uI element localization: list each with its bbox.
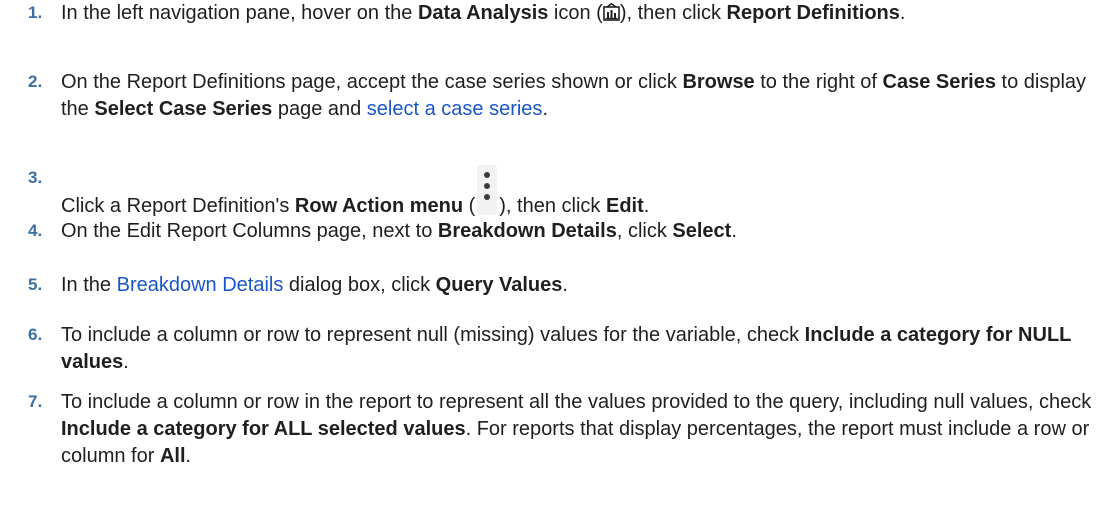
step-text-segment: icon (	[548, 2, 603, 24]
step-text-segment: .	[643, 195, 650, 217]
step-text-segment: .	[123, 351, 129, 373]
step-number: 2.	[28, 72, 43, 91]
step-text: To include a column or row in the report…	[61, 389, 1101, 470]
step-text: Click a Report Definition's Row Action m…	[61, 165, 1101, 220]
step-number: 3.	[28, 168, 43, 187]
ui-term: Data Analysis	[417, 2, 549, 24]
step-text-segment: .	[562, 274, 568, 296]
ui-term: Select	[672, 220, 732, 242]
step-text: On the Report Definitions page, accept t…	[61, 69, 1101, 123]
step-text: To include a column or row to represent …	[61, 322, 1101, 376]
ui-term: Breakdown Details	[437, 220, 617, 242]
ui-term: Edit	[605, 195, 644, 217]
step-text-segment: To include a column or row in the report…	[61, 391, 1092, 413]
row-action-menu-icon	[477, 165, 498, 215]
step-text-segment: Click a Report Definition's	[61, 195, 295, 217]
ui-term: Report Definitions	[726, 2, 900, 24]
step-text-segment: In the	[61, 274, 117, 296]
step-text-segment: .	[542, 98, 548, 120]
step-text: In the left navigation pane, hover on th…	[61, 0, 1101, 27]
step-text-segment: To include a column or row to represent …	[61, 324, 805, 346]
step-text-segment: On the Report Definitions page, accept t…	[61, 71, 683, 93]
step-text-segment: In the left navigation pane, hover on th…	[61, 2, 418, 24]
step-number: 4.	[28, 221, 43, 240]
ui-term: Query Values	[435, 274, 563, 296]
step-number: 5.	[28, 275, 43, 294]
step-number: 7.	[28, 392, 43, 411]
step-number: 1.	[28, 3, 43, 22]
step-text-segment: page and	[272, 98, 367, 120]
step-text: In the Breakdown Details dialog box, cli…	[61, 272, 1101, 299]
ui-term: All	[159, 445, 186, 467]
step-text-segment: dialog box, click	[283, 274, 436, 296]
step-number: 6.	[28, 325, 43, 344]
ui-term: Browse	[682, 71, 755, 93]
ui-term: Row Action menu	[294, 195, 464, 217]
step-text-segment: .	[185, 445, 192, 467]
step-text-segment: to the right of	[754, 71, 883, 93]
step-text: On the Edit Report Columns page, next to…	[61, 218, 1101, 245]
data-analysis-icon	[603, 2, 620, 21]
inline-link[interactable]: Breakdown Details	[117, 274, 284, 296]
step-text-segment: .	[731, 220, 737, 242]
ui-term: Include a category for ALL selected valu…	[61, 418, 466, 440]
ui-term: Select Case Series	[94, 98, 273, 120]
step-text-segment: ), then click	[499, 195, 606, 217]
inline-link[interactable]: select a case series	[367, 98, 543, 120]
step-text-segment: (	[463, 195, 476, 217]
step-text-segment: .	[899, 2, 906, 24]
step-text-segment: ), then click	[619, 2, 727, 24]
step-text-segment: On the Edit Report Columns page, next to	[61, 220, 438, 242]
ui-term: Case Series	[882, 71, 996, 93]
step-text-segment: , click	[616, 220, 673, 242]
